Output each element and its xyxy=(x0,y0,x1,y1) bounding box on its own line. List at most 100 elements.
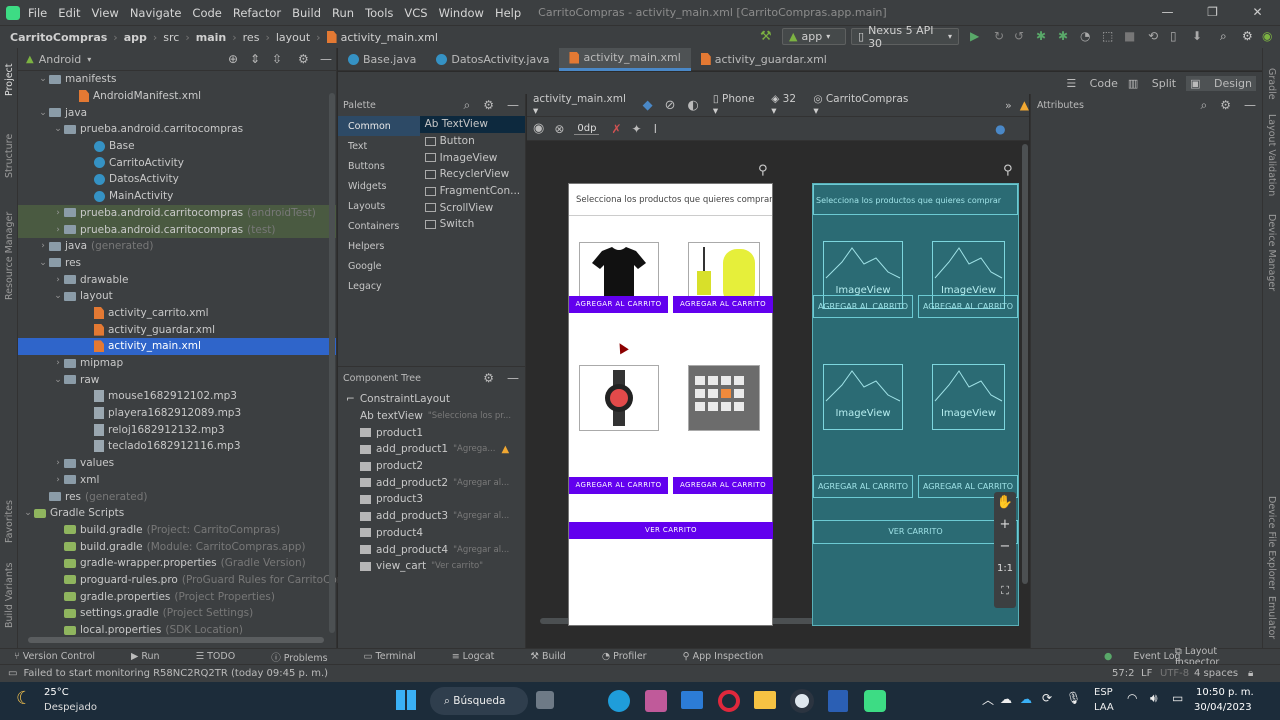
lock-icon[interactable]: 🔒︎ xyxy=(1248,668,1253,679)
zoom-to-fit-button[interactable]: ⛶ xyxy=(994,580,1016,602)
component-tree-item[interactable]: view_cart "Ver carrito" xyxy=(338,558,525,575)
palette-category[interactable]: Google xyxy=(338,256,420,276)
hide-icon[interactable]: — xyxy=(1244,98,1256,112)
component-tree-item[interactable]: add_product4 "Agregar al... xyxy=(338,541,525,558)
settings-gear-icon[interactable]: ⚙ xyxy=(298,52,309,66)
project-tree-item[interactable]: playera1682912089.mp3 xyxy=(18,405,336,422)
heading-textview[interactable]: Selecciona los productos que quieres com… xyxy=(569,184,772,216)
project-tree-item[interactable]: ⌄ res xyxy=(18,255,336,272)
onedrive-blue-icon[interactable]: ☁ xyxy=(1020,692,1032,706)
component-tree-item[interactable]: product4 xyxy=(338,525,525,542)
layout-file-dropdown[interactable]: activity_main.xml ▾ xyxy=(533,93,631,117)
locate-icon[interactable]: ⊕ xyxy=(228,52,238,66)
palette-widget[interactable]: ImageView xyxy=(420,149,525,166)
project-tree-item[interactable]: build.gradle (Project: CarritoCompras) xyxy=(18,522,336,539)
blueprint-add-button1[interactable]: AGREGAR AL CARRITO xyxy=(813,295,913,318)
tab-activity-main-xml[interactable]: activity_main.xml xyxy=(559,47,691,71)
windows-start-icon[interactable] xyxy=(396,690,416,710)
project-view-mode[interactable]: Android xyxy=(39,53,82,66)
blueprint-image4[interactable]: ImageView xyxy=(932,364,1005,430)
settings-gear-icon[interactable]: ⚙ xyxy=(483,371,494,385)
pin-icon[interactable]: ⚲ xyxy=(758,163,768,178)
android-studio-icon[interactable] xyxy=(864,690,886,712)
project-tree-item[interactable]: gradle-wrapper.properties (Gradle Version… xyxy=(18,555,336,572)
settings-gear-icon[interactable]: ⚙ xyxy=(1242,29,1253,43)
phone-preview[interactable]: Selecciona los productos que quieres com… xyxy=(568,183,773,626)
mode-code[interactable]: ☰ Code xyxy=(1066,77,1118,90)
component-tree-item[interactable]: add_product2 "Agregar al... xyxy=(338,474,525,491)
palette-widget[interactable]: FragmentCon... xyxy=(420,183,525,200)
project-tree-item[interactable]: MainActivity xyxy=(18,188,336,205)
tool-profiler[interactable]: ◔ Profiler xyxy=(602,651,665,662)
coverage-icon[interactable]: ✱ xyxy=(1058,29,1068,43)
tool-run[interactable]: ▶ Run xyxy=(131,651,178,662)
add-product2-button[interactable]: AGREGAR AL CARRITO xyxy=(673,296,773,313)
vertical-scrollbar[interactable] xyxy=(329,93,335,633)
component-tree-item[interactable]: product1 xyxy=(338,424,525,441)
microphone-icon[interactable]: 🎙︎ xyxy=(1066,691,1081,705)
project-tree-item[interactable]: local.properties (SDK Location) xyxy=(18,622,336,639)
volume-icon[interactable]: 🔊︎ xyxy=(1150,691,1158,706)
breadcrumb-project[interactable]: CarritoCompras xyxy=(10,31,107,44)
search-icon[interactable]: ⌕ xyxy=(1200,98,1207,112)
language-code[interactable]: ESP xyxy=(1094,687,1113,698)
tool-gradle[interactable]: Gradle xyxy=(1266,68,1277,100)
project-tree-item[interactable]: › xml xyxy=(18,472,336,489)
close-icon[interactable]: ✕ xyxy=(1235,0,1280,25)
add-product3-button[interactable]: AGREGAR AL CARRITO xyxy=(569,477,668,494)
project-tree-item[interactable]: activity_guardar.xml xyxy=(18,321,336,338)
file-encoding[interactable]: UTF-8 xyxy=(1160,668,1189,679)
run-config-dropdown[interactable]: ▲ app ▾ xyxy=(782,28,846,45)
breadcrumb-app[interactable]: app xyxy=(124,31,147,44)
attach-debugger-icon[interactable]: ⬚ xyxy=(1102,29,1113,43)
autoconnect-icon[interactable]: ⊗ xyxy=(554,122,564,136)
theme-dropdown[interactable]: ◎ CarritoCompras ▾ xyxy=(813,93,913,117)
hammer-icon[interactable]: ⚒ xyxy=(760,29,772,44)
menu-vcs[interactable]: VCS xyxy=(404,6,427,20)
opera-icon[interactable] xyxy=(718,690,740,712)
menu-window[interactable]: Window xyxy=(439,6,484,20)
orientation-icon[interactable]: ⊘ xyxy=(665,98,676,113)
menu-tools[interactable]: Tools xyxy=(365,6,393,20)
guidelines-icon[interactable]: I xyxy=(654,122,658,136)
chevron-right-icon[interactable]: › xyxy=(52,208,64,218)
blueprint-image3[interactable]: ImageView xyxy=(823,364,903,430)
tool-favorites[interactable]: Favorites xyxy=(4,500,15,543)
wifi-icon[interactable]: ◠ xyxy=(1127,691,1137,705)
chevron-down-icon[interactable]: ⌄ xyxy=(52,375,64,385)
sync-gradle-icon[interactable]: ⟲ xyxy=(1148,29,1158,43)
avd-manager-icon[interactable]: ▯ xyxy=(1170,29,1177,43)
component-tree-item[interactable]: Ab textView "Selecciona los pr... xyxy=(338,408,525,425)
tool-structure[interactable]: Structure xyxy=(4,134,15,178)
tab-datos-activity-java[interactable]: DatosActivity.java xyxy=(426,48,559,71)
tab-activity-guardar-xml[interactable]: activity_guardar.xml xyxy=(691,48,837,71)
tray-chevron-icon[interactable]: ︿ xyxy=(982,691,994,708)
indent-setting[interactable]: 4 spaces xyxy=(1194,668,1238,679)
clock-date[interactable]: 30/04/2023 xyxy=(1194,702,1252,713)
vpn-icon[interactable]: ⟳ xyxy=(1042,691,1052,705)
project-tree-item[interactable]: ⌄ raw xyxy=(18,371,336,388)
product4-image[interactable] xyxy=(688,365,760,431)
project-tree-item[interactable]: DatosActivity xyxy=(18,171,336,188)
battery-icon[interactable]: ▭ xyxy=(1172,691,1183,705)
product3-image[interactable] xyxy=(579,365,659,431)
tool-device-file-explorer[interactable]: Device File Explorer xyxy=(1266,496,1277,590)
chevron-down-icon[interactable]: ⌄ xyxy=(37,108,49,118)
project-tree-item[interactable]: ⌄ Gradle Scripts xyxy=(18,505,336,522)
chevron-right-icon[interactable]: › xyxy=(52,358,64,368)
tool-emulator[interactable]: Emulator xyxy=(1266,596,1277,639)
project-tree-item[interactable]: AndroidManifest.xml xyxy=(18,88,336,105)
menu-navigate[interactable]: Navigate xyxy=(130,6,182,20)
palette-category[interactable]: Helpers xyxy=(338,236,420,256)
project-tree-item[interactable]: ⌄ prueba.android.carritocompras xyxy=(18,121,336,138)
hide-icon[interactable]: — xyxy=(320,52,332,66)
project-tree-item[interactable]: › values xyxy=(18,455,336,472)
project-tree-item[interactable]: settings.gradle (Project Settings) xyxy=(18,605,336,622)
palette-widget[interactable]: Ab TextView xyxy=(419,116,525,133)
project-tree-item[interactable]: CarritoActivity xyxy=(18,154,336,171)
palette-widget[interactable]: RecyclerView xyxy=(420,166,525,183)
onedrive-icon[interactable]: ☁ xyxy=(1000,692,1012,706)
add-product1-button[interactable]: AGREGAR AL CARRITO xyxy=(569,296,668,313)
palette-category[interactable]: Legacy xyxy=(338,276,420,296)
project-tree-item[interactable]: › drawable xyxy=(18,271,336,288)
